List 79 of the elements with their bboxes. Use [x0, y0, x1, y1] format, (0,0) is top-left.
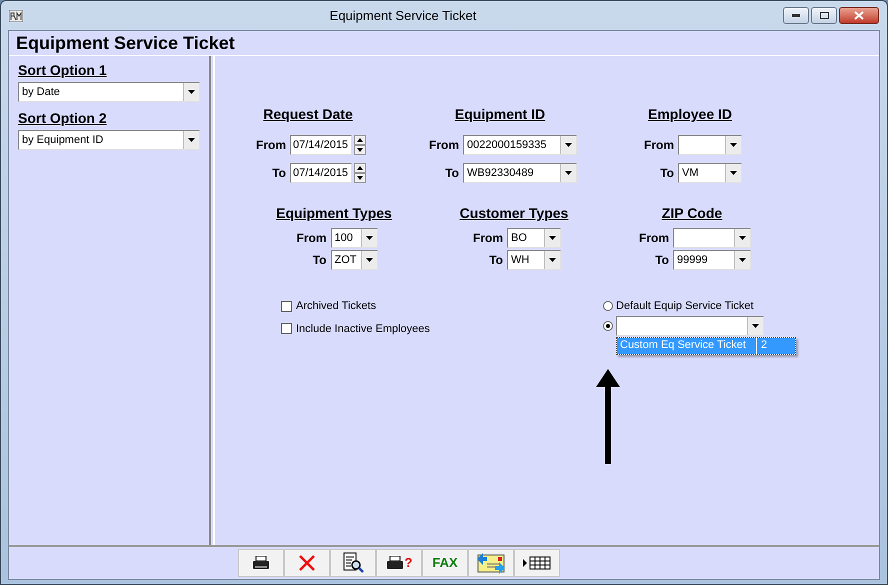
group-heading: ZIP Code [662, 204, 722, 223]
fax-label: FAX [432, 554, 458, 572]
dropdown-arrow-icon [565, 171, 572, 175]
date-field[interactable]: 07/14/2015 [290, 135, 352, 155]
range-label: From [255, 137, 286, 154]
checkbox-label: Archived Tickets [296, 299, 376, 314]
sort-label: Sort Option 1 [18, 61, 108, 80]
dropdown-arrow-icon [565, 143, 572, 147]
maximize-button[interactable] [811, 7, 837, 24]
range-label: To [654, 252, 669, 269]
printer-icon [252, 556, 270, 570]
range-label: To [271, 165, 286, 182]
combo-box[interactable]: WH [507, 250, 561, 270]
printer-icon [386, 556, 404, 570]
date-field[interactable]: 07/14/2015 [290, 163, 352, 183]
range-label: To [444, 165, 459, 182]
sort-label: Sort Option 2 [18, 109, 108, 128]
dropdown-arrow-icon [730, 171, 737, 175]
dropdown-arrow-icon [739, 236, 746, 240]
dropdown-arrow-icon [549, 236, 556, 240]
combo-box[interactable]: 100 [330, 228, 378, 248]
close-icon [854, 11, 864, 20]
question-mark: ? [404, 554, 412, 572]
combo-box[interactable]: WB92330489 [463, 163, 577, 183]
dropdown-arrow-icon [752, 324, 759, 328]
close-icon [298, 554, 316, 572]
spinner-icon[interactable] [354, 135, 366, 155]
sort-dropdown[interactable]: by Equipment ID [18, 130, 200, 150]
radio-button[interactable] [603, 320, 613, 330]
toolbar-button[interactable]: ? [376, 549, 422, 577]
window-title: Equipment Service Ticket [328, 6, 478, 25]
radio-button[interactable] [603, 301, 613, 312]
minimize-button[interactable] [783, 7, 809, 24]
close-button[interactable] [839, 7, 879, 24]
toolbar-button[interactable]: FAX [422, 549, 468, 577]
toolbar-button[interactable] [330, 549, 376, 577]
checkbox-label: Include Inactive Employees [296, 322, 430, 336]
group-heading: Equipment Types [276, 204, 392, 223]
group-heading: Employee ID [648, 105, 732, 124]
group-heading: Equipment ID [454, 105, 546, 124]
range-label: To [312, 252, 326, 269]
toolbar-button[interactable] [468, 549, 514, 577]
maximize-icon [820, 12, 828, 19]
envelope-arrows-icon [475, 551, 507, 575]
range-label: From [638, 230, 669, 247]
toolbar-button[interactable] [514, 549, 560, 577]
combo-box[interactable]: 0022000159335 [463, 135, 577, 155]
dropdown-arrow-icon [730, 143, 737, 147]
checkbox[interactable] [281, 300, 292, 312]
range-label: From [472, 230, 503, 247]
dropdown-arrow-icon [366, 258, 372, 262]
dropdown-arrow-icon [188, 138, 195, 142]
range-label: From [296, 230, 326, 247]
minimize-icon [792, 14, 800, 17]
app-logo-icon [9, 10, 23, 22]
group-heading: Customer Types [460, 204, 568, 223]
range-label: From [428, 137, 459, 154]
table-icon [523, 556, 551, 570]
sort-dropdown[interactable]: by Date [18, 82, 200, 102]
toolbar-button[interactable] [238, 549, 284, 577]
range-label: To [488, 252, 503, 269]
range-label: To [659, 165, 674, 182]
page-heading: Equipment Service Ticket [15, 32, 236, 55]
spinner-icon[interactable] [354, 163, 366, 183]
checkbox[interactable] [281, 323, 292, 334]
radio-label: Default Equip Service Ticket [616, 299, 754, 314]
dropdown-arrow-icon [739, 258, 746, 262]
dropdown-arrow-icon [188, 90, 195, 94]
group-heading: Request Date [263, 105, 353, 124]
combo-box[interactable]: BO [507, 228, 561, 248]
combo-box[interactable]: VM [678, 163, 742, 183]
dropdown-arrow-icon [366, 236, 372, 240]
document-magnifier-icon [342, 552, 364, 574]
range-label: From [643, 137, 674, 154]
dropdown-arrow-icon [549, 258, 556, 262]
combo-box[interactable]: 99999 [673, 250, 751, 270]
combo-box[interactable] [678, 135, 742, 155]
combo-box[interactable] [673, 228, 751, 248]
combo-box[interactable]: ZOT [330, 250, 378, 270]
